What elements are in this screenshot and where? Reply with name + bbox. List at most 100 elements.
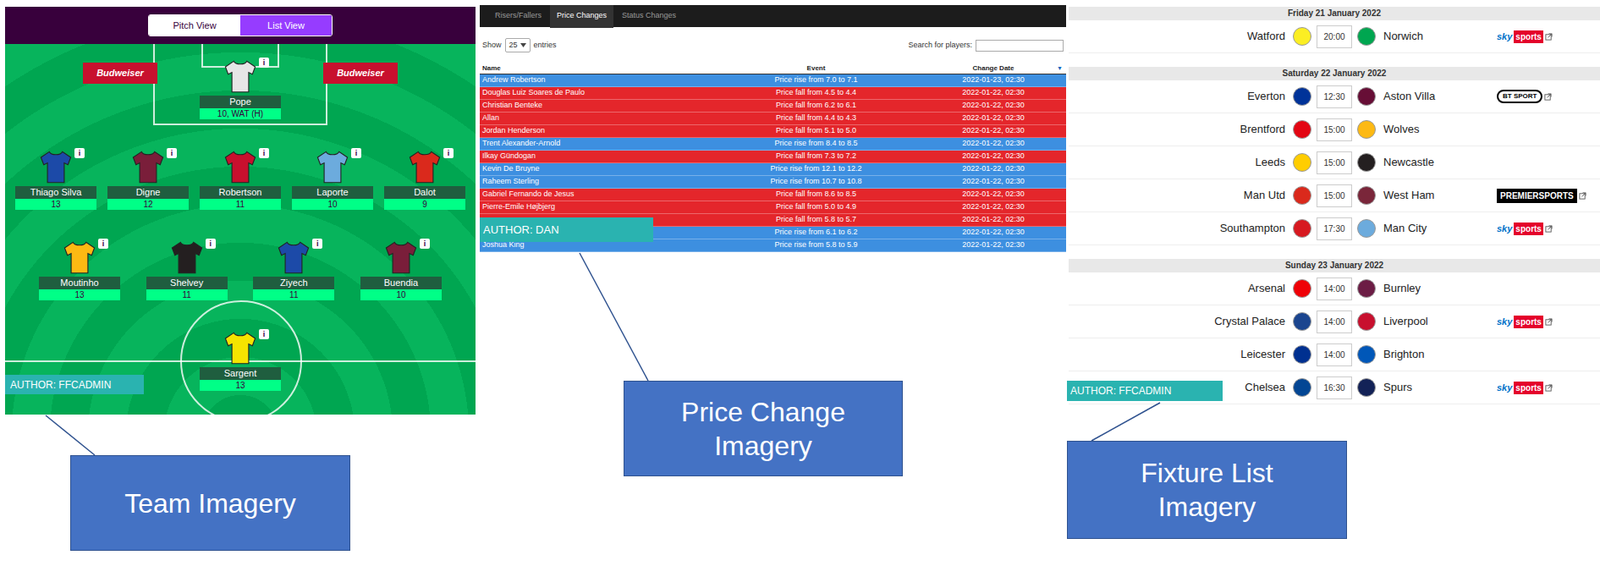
broadcaster-logo[interactable]: skysports	[1496, 314, 1553, 330]
fixture-row[interactable]: Everton12:30Aston VillaBT SPORT	[1068, 80, 1600, 114]
fixture-row[interactable]: Crystal Palace14:00Liverpoolskysports	[1068, 305, 1600, 339]
player-name: Pope	[199, 95, 281, 109]
info-icon[interactable]: i	[258, 57, 270, 68]
price-tab[interactable]: Status Changes	[615, 5, 683, 28]
kickoff-time: 16:30	[1316, 376, 1353, 400]
day-header: Sunday 23 January 2022	[1068, 258, 1600, 273]
player-card[interactable]: iSargent13	[199, 329, 281, 391]
table-controls: Show25entriesSearch for players:	[479, 27, 1067, 64]
player-card[interactable]: iMoutinho13	[38, 238, 121, 301]
info-icon[interactable]: i	[419, 238, 430, 249]
view-tab[interactable]: Pitch View	[148, 15, 241, 37]
fixture-row[interactable]: Arsenal14:00Burnley	[1068, 272, 1600, 306]
player-card[interactable]: iThiago Silva13	[15, 148, 97, 210]
broadcaster-logo[interactable]: skysports	[1496, 221, 1553, 237]
broadcaster-logo[interactable]: PREMIERSPORTS	[1496, 188, 1587, 204]
info-icon[interactable]: i	[443, 148, 454, 159]
callout-text: Price Change Imagery	[657, 395, 869, 463]
player-value: 11	[146, 289, 228, 301]
info-icon[interactable]: i	[205, 238, 216, 249]
team-crest-icon	[1292, 153, 1312, 172]
kickoff-time: 12:30	[1316, 85, 1353, 109]
formation-row: iMoutinho13 iShelvey11 iZiyech11 iBuendia10	[5, 238, 476, 301]
player-card[interactable]: iDalot9	[384, 148, 466, 210]
player-card[interactable]: iShelvey11	[146, 238, 228, 301]
info-icon[interactable]: i	[258, 148, 270, 159]
player-card[interactable]: iBuendia10	[360, 238, 442, 301]
price-row[interactable]: Kevin De BruynePrice rise from 12.1 to 1…	[479, 163, 1067, 176]
broadcaster-logo[interactable]: skysports	[1496, 29, 1553, 44]
fixture-day: Saturday 22 January 2022Everton12:30Asto…	[1068, 66, 1600, 246]
price-row[interactable]: Christian BentekePrice fall from 6.2 to …	[479, 99, 1067, 113]
fixture-row[interactable]: Southampton17:30Man Cityskysports	[1068, 212, 1600, 246]
event-cell: Price fall from 6.2 to 6.1	[711, 99, 921, 112]
player-name-cell: Andrew Robertson	[479, 74, 712, 87]
price-tab[interactable]: Price Changes	[549, 5, 614, 28]
date-cell: 2022-01-22, 02:30	[920, 239, 1067, 252]
page-size-value: 25	[509, 39, 518, 52]
price-row[interactable]: Trent Alexander-ArnoldPrice rise from 8.…	[479, 137, 1067, 151]
broadcaster-text: sky	[1496, 221, 1513, 237]
info-icon[interactable]: i	[312, 238, 323, 249]
page-size-select[interactable]: 25	[505, 38, 531, 54]
event-cell: Price rise from 5.8 to 5.9	[711, 239, 921, 252]
fixture-row[interactable]: Leicester14:00Brighton	[1068, 338, 1600, 372]
player-card[interactable]: iDigne12	[107, 148, 189, 210]
price-tab[interactable]: Risers/Fallers	[488, 5, 549, 28]
date-cell: 2022-01-22, 02:30	[920, 112, 1067, 125]
fixture-row[interactable]: Watford20:00Norwichskysports	[1068, 20, 1600, 54]
fixture-row[interactable]: Man Utd15:00West HamPREMIERSPORTS	[1068, 179, 1600, 213]
price-row[interactable]: Gabriel Fernando de JesusPrice fall from…	[479, 188, 1067, 202]
price-row[interactable]: Douglas Luiz Soares de PauloPrice fall f…	[479, 87, 1067, 100]
price-row[interactable]: Raheem SterlingPrice rise from 10.7 to 1…	[479, 175, 1067, 189]
player-shirt: i	[406, 148, 444, 186]
info-icon[interactable]: i	[74, 148, 85, 159]
info-icon[interactable]: i	[98, 238, 109, 249]
player-card[interactable]: iZiyech11	[252, 238, 335, 301]
away-cell: Liverpoolskysports	[1378, 313, 1600, 330]
shirt-icon	[60, 238, 99, 276]
broadcaster-logo[interactable]: BT SPORT	[1496, 89, 1552, 104]
player-shirt: i	[221, 148, 259, 186]
view-tab[interactable]: List View	[240, 15, 332, 37]
away-team: West Ham	[1378, 186, 1497, 204]
external-link-icon	[1545, 225, 1553, 233]
price-row[interactable]: Jordan HendersonPrice fall from 5.1 to 5…	[479, 125, 1067, 138]
home-team: Southampton	[1068, 219, 1291, 237]
team-crest-icon	[1357, 27, 1376, 46]
team-panel: Pitch ViewList ViewBudweiseriPope10, WAT…	[5, 6, 476, 415]
price-row[interactable]: Pierre-Emile HøjbjergPrice fall from 5.0…	[479, 201, 1067, 215]
team-crest-icon	[1357, 312, 1376, 331]
price-row[interactable]: Ilkay GündoganPrice fall from 7.3 to 7.2…	[479, 150, 1067, 164]
fixture-row[interactable]: Leeds15:00Newcastle	[1068, 146, 1600, 180]
broadcaster-text: sky	[1496, 314, 1513, 330]
column-label: Change Date	[973, 63, 1015, 74]
player-name-cell: Kevin De Bruyne	[479, 163, 712, 176]
column-header[interactable]: Event	[711, 63, 921, 74]
info-icon[interactable]: i	[166, 148, 177, 159]
home-team: Leicester	[1068, 346, 1291, 363]
date-cell: 2022-01-22, 02:30	[920, 226, 1067, 239]
broadcaster-logo[interactable]: skysports	[1496, 380, 1553, 396]
price-row[interactable]: Andrew RobertsonPrice rise from 7.0 to 7…	[479, 74, 1067, 88]
search-input[interactable]	[975, 39, 1064, 52]
price-row[interactable]: AllanPrice fall from 4.4 to 4.32022-01-2…	[479, 112, 1067, 126]
event-cell: Price fall from 8.6 to 8.5	[711, 188, 921, 201]
canvas: Pitch ViewList ViewBudweiseriPope10, WAT…	[0, 0, 1600, 566]
info-icon[interactable]: i	[258, 329, 270, 340]
fixture-row[interactable]: Brentford15:00Wolves	[1068, 113, 1600, 147]
player-card[interactable]: iLaporte10	[291, 148, 374, 210]
date-cell: 2022-01-22, 02:30	[920, 99, 1067, 112]
info-icon[interactable]: i	[351, 148, 362, 159]
player-card[interactable]: iRobertson11	[199, 148, 281, 210]
player-name-cell: Pierre-Emile Højbjerg	[479, 201, 712, 214]
broadcaster-text: sports	[1513, 222, 1544, 236]
player-name-cell: Allan	[479, 112, 712, 125]
column-header[interactable]: Change Date▼	[920, 63, 1067, 74]
away-team: Newcastle	[1378, 153, 1497, 171]
column-header[interactable]: Name	[479, 63, 712, 74]
date-cell: 2022-01-22, 02:30	[920, 163, 1067, 176]
home-team: Leeds	[1068, 153, 1291, 171]
player-card[interactable]: iPope10, WAT (H)	[199, 57, 281, 120]
player-name-cell: Jordan Henderson	[479, 125, 712, 138]
